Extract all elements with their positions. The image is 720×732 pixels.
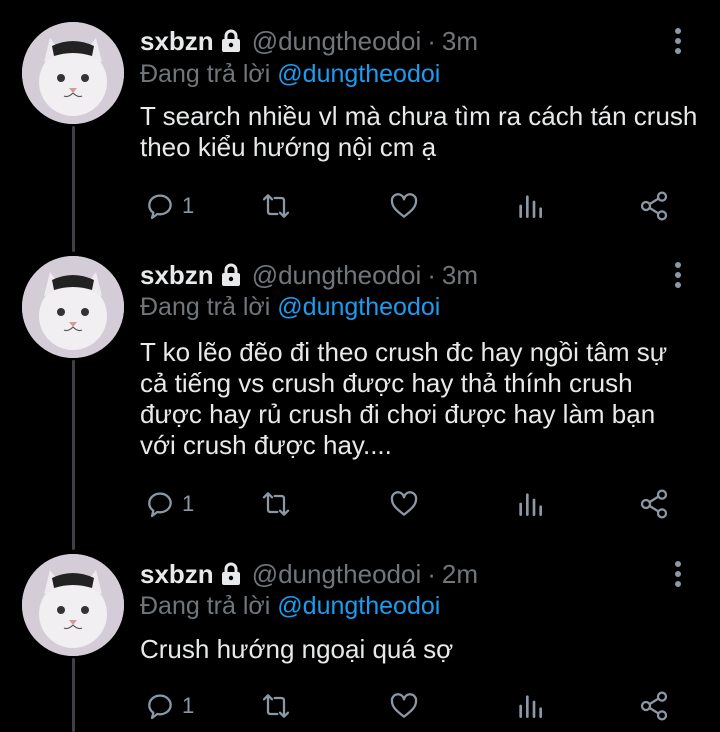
separator-dot: ·	[427, 259, 436, 290]
retweet-button[interactable]	[260, 486, 292, 522]
like-button[interactable]	[388, 486, 420, 522]
timestamp[interactable]: 3m	[442, 260, 478, 291]
replying-to-link[interactable]: @dungtheodoi	[277, 592, 440, 620]
cat-avatar-image	[22, 22, 124, 124]
tweet-actions: 1	[140, 688, 680, 724]
like-icon	[390, 491, 418, 516]
analytics-button[interactable]	[514, 486, 546, 522]
more-icon[interactable]	[672, 262, 684, 288]
retweet-icon	[262, 694, 290, 718]
reply-count: 1	[182, 193, 195, 218]
tweet-text: Crush hướng ngoại quá sợ	[140, 634, 454, 664]
cat-avatar-image	[22, 554, 124, 656]
lock-icon	[220, 562, 242, 586]
analytics-icon	[519, 493, 542, 516]
display-name[interactable]: sxbzn	[140, 559, 214, 590]
tweet-text: T ko lẽo đẽo đi theo crush đc hay ngồi t…	[140, 337, 668, 460]
tweet-actions: 1	[140, 486, 680, 522]
timestamp[interactable]: 2m	[442, 559, 478, 590]
share-icon	[640, 489, 668, 519]
reply-button[interactable]: 1	[144, 188, 194, 224]
retweet-icon	[262, 194, 290, 218]
reply-button[interactable]: 1	[144, 688, 194, 724]
user-handle[interactable]: @dungtheodoi	[252, 559, 422, 590]
lock-icon	[220, 263, 242, 287]
reply-icon	[148, 194, 172, 220]
tweet-header: sxbzn @dungtheodoi · 3m	[140, 258, 478, 292]
more-icon[interactable]	[672, 28, 684, 54]
share-button[interactable]	[638, 688, 670, 724]
display-name[interactable]: sxbzn	[140, 26, 214, 57]
like-button[interactable]	[388, 188, 420, 224]
cat-avatar-image	[22, 256, 124, 358]
tweet-actions: 1	[140, 188, 680, 224]
analytics-button[interactable]	[514, 688, 546, 724]
retweet-icon	[262, 492, 290, 516]
user-handle[interactable]: @dungtheodoi	[252, 26, 422, 57]
separator-dot: ·	[427, 25, 436, 56]
replying-to: Đang trả lời @dungtheodoi	[140, 60, 440, 89]
analytics-button[interactable]	[514, 188, 546, 224]
replying-to: Đang trả lời @dungtheodoi	[140, 293, 440, 322]
reply-button[interactable]: 1	[144, 486, 194, 522]
tweet-header: sxbzn @dungtheodoi · 2m	[140, 557, 478, 591]
retweet-button[interactable]	[260, 188, 292, 224]
more-icon[interactable]	[672, 561, 684, 587]
avatar[interactable]	[22, 22, 124, 124]
like-icon	[390, 693, 418, 718]
avatar[interactable]	[22, 256, 124, 358]
tweet[interactable]: sxbzn @dungtheodoi · 3m Đang trả lời @du…	[0, 240, 720, 540]
tweet-header: sxbzn @dungtheodoi · 3m	[140, 24, 478, 58]
tweet[interactable]: sxbzn @dungtheodoi · 2m Đang trả lời @du…	[0, 540, 720, 732]
share-button[interactable]	[638, 486, 670, 522]
replying-to-link[interactable]: @dungtheodoi	[277, 60, 440, 88]
separator-dot: ·	[427, 558, 436, 589]
reply-count: 1	[182, 491, 195, 516]
share-icon	[640, 191, 668, 221]
share-button[interactable]	[638, 188, 670, 224]
analytics-icon	[519, 695, 542, 718]
retweet-button[interactable]	[260, 688, 292, 724]
user-handle[interactable]: @dungtheodoi	[252, 260, 422, 291]
share-icon	[640, 691, 668, 721]
replying-prefix: Đang trả lời	[140, 592, 271, 620]
timestamp[interactable]: 3m	[442, 26, 478, 57]
reply-count: 1	[182, 693, 195, 718]
display-name[interactable]: sxbzn	[140, 260, 214, 291]
tweet-text: T search nhiều vl mà chưa tìm ra cách tá…	[140, 101, 698, 162]
analytics-icon	[519, 195, 542, 218]
lock-icon	[220, 29, 242, 53]
replying-prefix: Đang trả lời	[140, 293, 271, 321]
replying-prefix: Đang trả lời	[140, 60, 271, 88]
like-button[interactable]	[388, 688, 420, 724]
reply-icon	[148, 694, 172, 720]
avatar[interactable]	[22, 554, 124, 656]
reply-icon	[148, 492, 172, 518]
tweet[interactable]: sxbzn @dungtheodoi · 3m Đang trả lời @du…	[0, 0, 720, 240]
like-icon	[390, 193, 418, 218]
replying-to: Đang trả lời @dungtheodoi	[140, 592, 440, 621]
replying-to-link[interactable]: @dungtheodoi	[277, 293, 440, 321]
